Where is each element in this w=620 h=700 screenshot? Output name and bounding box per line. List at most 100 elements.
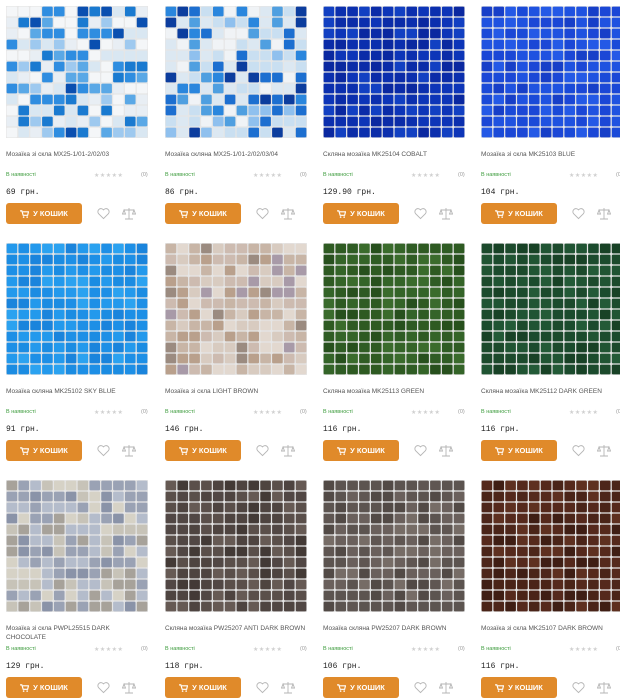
- add-to-cart-button[interactable]: У КОШИК: [323, 203, 399, 224]
- scales-icon[interactable]: [597, 681, 611, 694]
- product-name[interactable]: Мозаїка скляна MK25102 SKY BLUE: [6, 387, 148, 396]
- product-image[interactable]: [165, 6, 307, 138]
- add-to-cart-button[interactable]: У КОШИК: [481, 203, 557, 224]
- scales-icon[interactable]: [439, 207, 453, 220]
- heart-icon[interactable]: [97, 444, 110, 457]
- scales-icon[interactable]: [439, 681, 453, 694]
- mosaic-tile: [493, 39, 505, 50]
- add-to-cart-button[interactable]: У КОШИК: [165, 203, 241, 224]
- mosaic-tile: [493, 105, 505, 116]
- product-name[interactable]: Скляна мозаїка MK25104 COBALT: [323, 150, 465, 159]
- mosaic-tile: [272, 17, 283, 28]
- product-image[interactable]: [165, 480, 307, 612]
- mosaic-tile: [481, 309, 493, 320]
- mosaic-tile: [18, 342, 30, 353]
- mosaic-tile: [517, 557, 528, 568]
- mosaic-tile: [493, 480, 505, 491]
- heart-icon[interactable]: [97, 681, 110, 694]
- product-name[interactable]: Скляна мозаїка MK25113 GREEN: [323, 387, 465, 396]
- heart-icon[interactable]: [414, 444, 427, 457]
- product-name[interactable]: Мозаїка зі скла MK25103 BLUE: [481, 150, 620, 159]
- mosaic-tile: [505, 535, 516, 546]
- scales-icon[interactable]: [439, 444, 453, 457]
- mosaic-tile: [505, 276, 516, 287]
- cart-icon: [337, 209, 347, 218]
- mosaic-tile: [588, 287, 599, 298]
- heart-icon[interactable]: [572, 444, 585, 457]
- heart-icon[interactable]: [572, 207, 585, 220]
- product-name[interactable]: Мозаїка зі скла LIGHT BROWN: [165, 387, 307, 396]
- add-to-cart-button[interactable]: У КОШИК: [481, 440, 557, 461]
- mosaic-tile: [177, 72, 189, 83]
- mosaic-tile: [272, 579, 283, 590]
- add-to-cart-button[interactable]: У КОШИК: [481, 677, 557, 698]
- heart-icon[interactable]: [414, 207, 427, 220]
- mosaic-tile: [493, 513, 505, 524]
- heart-icon[interactable]: [572, 681, 585, 694]
- heart-icon[interactable]: [414, 681, 427, 694]
- mosaic-tile: [260, 364, 271, 375]
- add-to-cart-button[interactable]: У КОШИК: [165, 677, 241, 698]
- mosaic-tile: [224, 524, 236, 535]
- mosaic-tile: [101, 546, 112, 557]
- heart-icon[interactable]: [97, 207, 110, 220]
- add-to-cart-button[interactable]: У КОШИК: [6, 440, 82, 461]
- mosaic-tile: [481, 601, 493, 612]
- product-name[interactable]: Мозаїка зі скла PWPL25515 DARK CHOCOLATE: [6, 624, 148, 642]
- add-to-cart-button[interactable]: У КОШИК: [323, 440, 399, 461]
- mosaic-tile: [576, 568, 587, 579]
- mosaic-tile: [406, 309, 418, 320]
- scales-icon[interactable]: [597, 444, 611, 457]
- scales-icon[interactable]: [122, 444, 136, 457]
- mosaic-tile: [528, 265, 540, 276]
- product-image[interactable]: [6, 243, 148, 375]
- mosaic-tile: [394, 94, 406, 105]
- product-name[interactable]: Скляна мозаїка MK25112 DARK GREEN: [481, 387, 620, 396]
- mosaic-tile: [359, 601, 370, 612]
- product-name[interactable]: Мозаїка скляна MX25-1/01-2/02/03/04: [165, 150, 307, 159]
- heart-icon[interactable]: [256, 681, 269, 694]
- product-image[interactable]: [165, 243, 307, 375]
- mosaic-tile: [77, 28, 89, 39]
- scales-icon[interactable]: [597, 207, 611, 220]
- mosaic-tile: [347, 94, 358, 105]
- mosaic-tile: [189, 364, 200, 375]
- scales-icon[interactable]: [281, 207, 295, 220]
- heart-icon[interactable]: [256, 444, 269, 457]
- add-to-cart-button[interactable]: У КОШИК: [165, 440, 241, 461]
- product-image[interactable]: [323, 6, 465, 138]
- mosaic-tile: [540, 61, 552, 72]
- scales-icon[interactable]: [122, 681, 136, 694]
- add-to-cart-button[interactable]: У КОШИК: [6, 203, 82, 224]
- mosaic-tile: [224, 105, 236, 116]
- mosaic-tile: [113, 590, 124, 601]
- mosaic-tile: [272, 243, 283, 254]
- mosaic-tile: [430, 72, 441, 83]
- product-image[interactable]: [323, 243, 465, 375]
- product-name[interactable]: Скляна мозаїка PW25207 ANTI DARK BROWN: [165, 624, 307, 633]
- product-image[interactable]: [323, 480, 465, 612]
- product-image[interactable]: [481, 480, 620, 612]
- product-name[interactable]: Мозаїка зі скла MK25107 DARK BROWN: [481, 624, 620, 633]
- mosaic-tile: [177, 94, 189, 105]
- scales-icon[interactable]: [122, 207, 136, 220]
- mosaic-tile: [295, 546, 307, 557]
- scales-icon[interactable]: [281, 444, 295, 457]
- mosaic-tile: [540, 116, 552, 127]
- add-to-cart-button[interactable]: У КОШИК: [323, 677, 399, 698]
- product-image[interactable]: [481, 243, 620, 375]
- mosaic-tile: [260, 61, 271, 72]
- add-to-cart-button[interactable]: У КОШИК: [6, 677, 82, 698]
- product-image[interactable]: [481, 6, 620, 138]
- mosaic-tile: [335, 364, 347, 375]
- product-name[interactable]: Мозаїка зі скла MX25-1/01-2/02/03: [6, 150, 148, 159]
- product-name[interactable]: Мозаїка скляна PW25207 DARK BROWN: [323, 624, 465, 633]
- heart-icon[interactable]: [256, 207, 269, 220]
- mosaic-tile: [564, 502, 576, 513]
- scales-icon[interactable]: [281, 681, 295, 694]
- mosaic-tile: [505, 309, 516, 320]
- product-image[interactable]: [6, 480, 148, 612]
- product-image[interactable]: [6, 6, 148, 138]
- mosaic-tile: [611, 320, 620, 331]
- mosaic-tile: [323, 298, 335, 309]
